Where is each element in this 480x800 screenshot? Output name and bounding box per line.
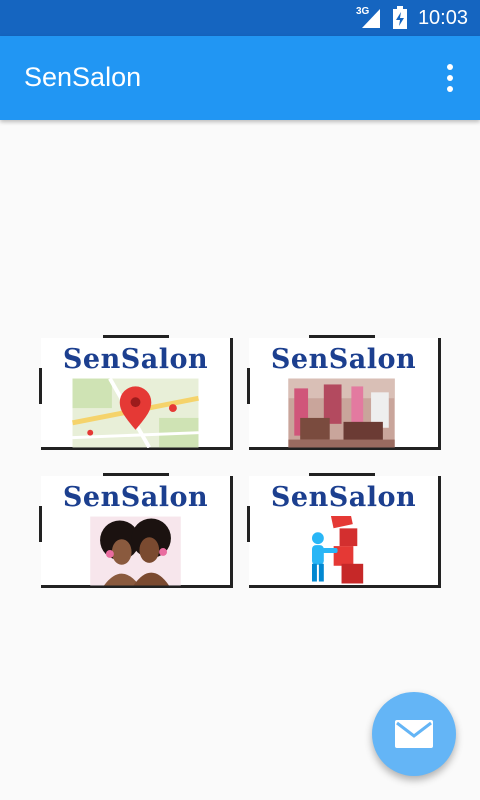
- tile-top-border: [309, 335, 375, 338]
- figure-blocks-image: [312, 516, 364, 584]
- app-title: SenSalon: [24, 62, 142, 92]
- signal-icon: [361, 9, 380, 28]
- tile-label: SenSalon: [270, 482, 417, 513]
- tile-figure[interactable]: SenSalon: [247, 473, 441, 588]
- tile-top-border: [103, 335, 169, 338]
- hairstyle-image: [90, 516, 181, 586]
- tile-top-border: [309, 473, 375, 476]
- tile-salon[interactable]: SenSalon: [247, 335, 441, 450]
- status-clock: 10:03: [417, 6, 468, 29]
- email-fab-button[interactable]: [372, 692, 456, 776]
- tile-map[interactable]: SenSalon: [39, 335, 233, 450]
- status-icons: 3G 10:03: [356, 0, 468, 36]
- battery-icon: [392, 6, 407, 29]
- tile-label: SenSalon: [62, 344, 209, 375]
- tile-label: SenSalon: [270, 344, 417, 375]
- tile-top-border: [103, 473, 169, 476]
- status-bar: 3G 10:03: [0, 0, 480, 36]
- map-pin-image: [72, 378, 199, 448]
- network-indicator: 3G: [356, 6, 382, 29]
- salon-photo-image: [288, 378, 395, 448]
- more-vert-icon[interactable]: [438, 62, 462, 94]
- tile-hairstyle[interactable]: SenSalon: [39, 473, 233, 588]
- app-bar: SenSalon: [0, 36, 480, 120]
- mail-icon: [395, 720, 433, 748]
- tile-label: SenSalon: [62, 482, 209, 513]
